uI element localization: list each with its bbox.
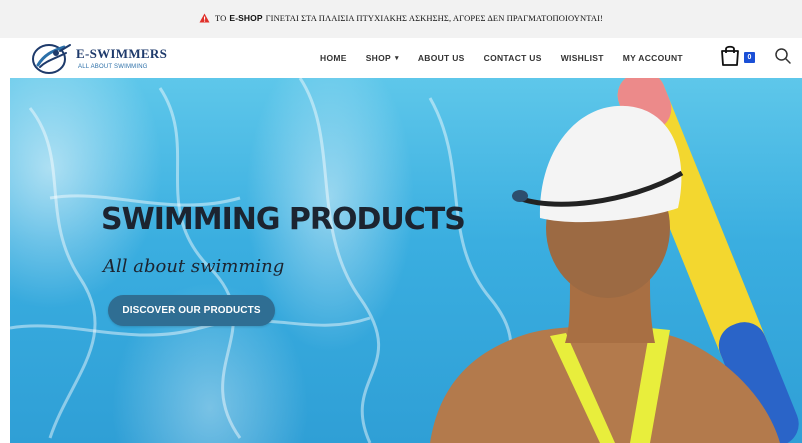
- notice-eshop: E-SHOP: [229, 12, 263, 23]
- brand-logo[interactable]: E-SWIMMERS ALL ABOUT SWIMMING: [30, 41, 167, 75]
- main-nav: HOME SHOP ▾ ABOUT US CONTACT US WISHLIST…: [320, 38, 702, 78]
- hero-banner: SWIMMING PRODUCTS All about swimming DIS…: [10, 78, 802, 443]
- notice-prefix: ΤΟ: [215, 12, 227, 23]
- discover-products-button[interactable]: DISCOVER OUR PRODUCTS: [108, 295, 275, 326]
- nav-wishlist[interactable]: WISHLIST: [561, 53, 604, 63]
- nav-about-us[interactable]: ABOUT US: [418, 53, 465, 63]
- nav-shop-label: SHOP: [365, 53, 391, 63]
- nav-wishlist-label: WISHLIST: [560, 53, 604, 63]
- nav-about-us-label: ABOUT US: [417, 53, 465, 63]
- chevron-down-icon: ▾: [395, 55, 399, 62]
- cart-button[interactable]: 0: [720, 44, 758, 70]
- brand-name: E-SWIMMERS: [76, 45, 168, 61]
- site-header: E-SWIMMERS ALL ABOUT SWIMMING HOME SHOP …: [10, 38, 802, 78]
- notice-bar: ΤΟ E-SHOP ΓΙΝΕΤΑΙ ΣΤΑ ΠΛΑΙΣΙΑ ΠΤΥΧΙΑΚΗΣ …: [0, 0, 802, 38]
- brand-tagline: ALL ABOUT SWIMMING: [78, 63, 148, 70]
- hero-subtitle: All about swimming: [103, 256, 285, 277]
- nav-shop[interactable]: SHOP ▾: [366, 53, 399, 63]
- nav-contact-us-label: CONTACT US: [483, 53, 542, 63]
- swimmer-logo-icon: [32, 44, 71, 74]
- nav-my-account[interactable]: MY ACCOUNT: [623, 53, 683, 63]
- nav-contact-us[interactable]: CONTACT US: [484, 53, 542, 63]
- nav-home-label: HOME: [320, 53, 347, 63]
- hero-title: SWIMMING PRODUCTS: [101, 202, 466, 237]
- warning-icon: [199, 13, 210, 22]
- nav-home[interactable]: HOME: [320, 53, 347, 63]
- search-icon[interactable]: [774, 47, 792, 65]
- shopping-bag-icon: [721, 45, 739, 66]
- nav-my-account-label: MY ACCOUNT: [622, 53, 683, 63]
- notice-text: ΓΙΝΕΤΑΙ ΣΤΑ ΠΛΑΙΣΙΑ ΠΤΥΧΙΑΚΗΣ ΑΣΚΗΣΗΣ, Α…: [265, 12, 603, 23]
- cart-count-badge: 0: [744, 52, 755, 63]
